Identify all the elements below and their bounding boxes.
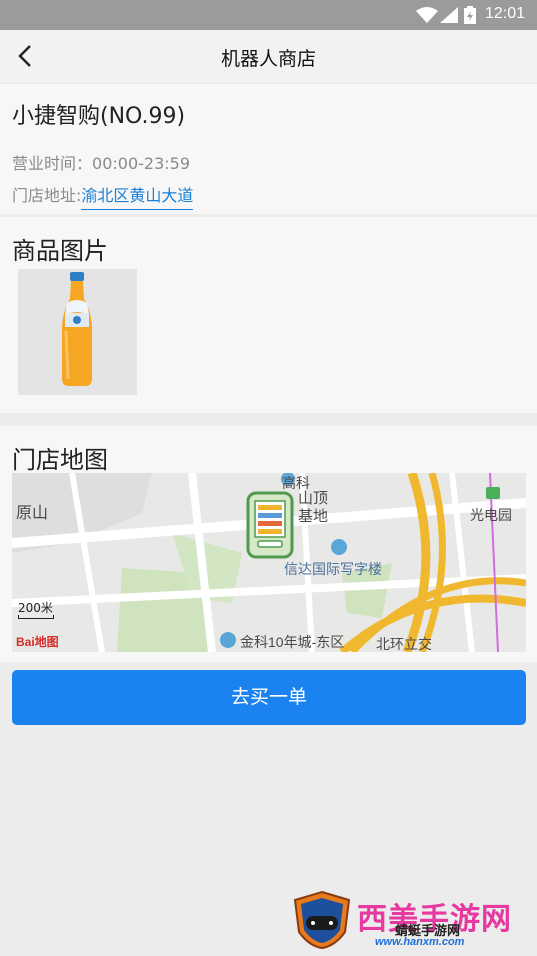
gamepad-shield-logo-icon	[293, 890, 351, 950]
orange-soda-bottle-icon	[62, 272, 92, 386]
map-section-title: 门店地图	[12, 446, 108, 474]
map-scale-label: 200米	[18, 601, 53, 615]
status-time: 12:01	[484, 5, 525, 22]
status-bar: 12:01	[0, 0, 537, 30]
product-image[interactable]	[18, 269, 137, 395]
buy-button[interactable]: 去买一单	[12, 670, 526, 725]
address-link[interactable]: 渝北区黄山大道	[81, 186, 194, 210]
nav-bar: 机器人商店	[0, 30, 537, 82]
hours-label: 营业时间：	[12, 154, 93, 173]
business-hours: 营业时间：00:00-23:59	[12, 150, 190, 174]
baidu-map-logo: Bai地图	[16, 635, 59, 649]
hours-value: 00:00-23:59	[92, 154, 191, 173]
map-label-xinda: 信达国际写字楼	[284, 561, 382, 577]
map-label-guangdianyuan: 光电园	[470, 507, 512, 523]
signal-icon	[440, 7, 458, 23]
store-map[interactable]: 原山 高科 山顶 基地 光电园 信达国际写字楼 金科10年城-东区 北环立交 2…	[12, 473, 526, 652]
store-info-card: 小捷智购(NO.99) 营业时间：00:00-23:59 门店地址:渝北区黄山大…	[0, 84, 537, 214]
address-label: 门店地址:	[12, 186, 82, 205]
map-label-jinke: 金科10年城-东区	[240, 634, 345, 650]
map-label-jidi: 基地	[298, 508, 329, 525]
map-scale-bar	[18, 615, 54, 619]
map-card: 门店地图 原山 高科 山顶 基地 光电园 信达国际写字楼 金科10年城-东区 北…	[0, 426, 537, 662]
store-address: 门店地址:渝北区黄山大道	[12, 182, 194, 210]
store-name: 小捷智购(NO.99)	[12, 104, 186, 129]
map-label-yuanshan: 原山	[16, 505, 49, 522]
battery-icon	[464, 6, 476, 24]
page-title: 机器人商店	[220, 48, 316, 70]
watermark-url: www.hanxm.com	[375, 936, 465, 948]
goods-section-title: 商品图片	[12, 237, 108, 265]
vending-machine-marker-icon	[246, 491, 294, 559]
goods-card: 商品图片	[0, 217, 537, 413]
site-watermark: 西美手游网 蜻蜓手游网 www.hanxm.com	[291, 888, 529, 952]
wifi-icon	[416, 7, 438, 23]
map-label-beihuan: 北环立交	[376, 636, 432, 652]
